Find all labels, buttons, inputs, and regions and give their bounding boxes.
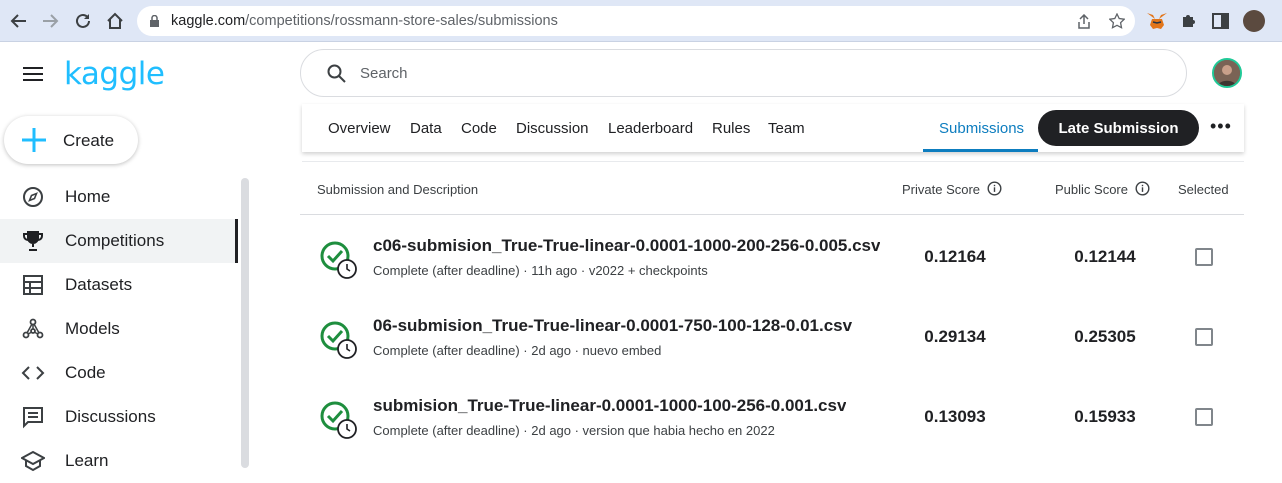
back-icon[interactable]: [6, 8, 32, 34]
submission-meta: Complete (after deadline) · 11h ago · v2…: [373, 263, 708, 278]
avatar[interactable]: [1212, 58, 1242, 88]
forward-icon[interactable]: [37, 8, 63, 34]
header-private-score[interactable]: Private Score: [902, 182, 980, 197]
sidebar-item-datasets[interactable]: Datasets: [0, 263, 238, 307]
tab-overview[interactable]: Overview: [328, 120, 391, 137]
browser-profile-avatar[interactable]: [1243, 10, 1265, 32]
tab-team[interactable]: Team: [768, 120, 805, 137]
private-score: 0.29134: [924, 327, 986, 346]
school-icon: [21, 450, 45, 472]
submission-name[interactable]: c06-submision_True-True-linear-0.0001-10…: [373, 236, 880, 256]
submission-meta: Complete (after deadline) · 2d ago · ver…: [373, 423, 775, 438]
sidebar-item-discussions[interactable]: Discussions: [0, 395, 238, 439]
tab-rules[interactable]: Rules: [712, 120, 750, 137]
competition-tabs: Overview Data Code Discussion Leaderboar…: [302, 104, 1244, 152]
tab-leaderboard[interactable]: Leaderboard: [608, 120, 693, 137]
submission-meta: Complete (after deadline) · 2d ago · nue…: [373, 343, 662, 358]
submission-name[interactable]: submision_True-True-linear-0.0001-1000-1…: [373, 396, 846, 416]
public-score: 0.25305: [1074, 327, 1136, 346]
selected-checkbox[interactable]: [1195, 328, 1213, 346]
table-row[interactable]: submision_True-True-linear-0.0001-1000-1…: [300, 375, 1244, 455]
user-photo: [1214, 60, 1240, 86]
active-tab-indicator: [923, 149, 1038, 152]
search-icon: [327, 64, 346, 83]
tab-data[interactable]: Data: [410, 120, 442, 137]
private-score: 0.13093: [924, 407, 986, 426]
search-box[interactable]: Search: [300, 49, 1187, 97]
header-description: Submission and Description: [317, 182, 479, 197]
more-options-icon[interactable]: •••: [1210, 116, 1232, 137]
private-score: 0.12164: [924, 247, 986, 266]
url-path: /competitions/rossmann-store-sales/submi…: [245, 13, 558, 29]
sidebar-item-label: Models: [65, 319, 120, 338]
selected-checkbox[interactable]: [1195, 248, 1213, 266]
tab-submissions[interactable]: Submissions: [939, 120, 1024, 137]
complete-check-clock-icon: [320, 401, 357, 439]
address-bar[interactable]: kaggle.com/competitions/rossmann-store-s…: [137, 6, 1135, 36]
plus-icon: [22, 128, 46, 152]
sidebar-item-competitions[interactable]: Competitions: [0, 219, 238, 263]
selected-checkbox[interactable]: [1195, 408, 1213, 426]
tab-code[interactable]: Code: [461, 120, 497, 137]
models-icon: [22, 318, 44, 339]
sidebar-item-label: Competitions: [65, 231, 165, 250]
sidebar-item-label: Home: [65, 187, 111, 206]
submission-name[interactable]: 06-submision_True-True-linear-0.0001-750…: [373, 316, 852, 336]
divider: [302, 161, 1244, 162]
table-icon: [23, 275, 43, 295]
sidebar-scrollbar[interactable]: [241, 178, 249, 468]
url-host: kaggle.com: [171, 13, 246, 29]
complete-check-clock-icon: [320, 321, 357, 359]
code-icon: [21, 366, 45, 380]
public-score: 0.15933: [1074, 407, 1136, 426]
metamask-extension-icon[interactable]: [1146, 12, 1168, 31]
sidebar-item-models[interactable]: Models: [0, 307, 238, 351]
comments-icon: [23, 407, 43, 429]
side-panel-icon[interactable]: [1212, 13, 1229, 29]
late-submission-button[interactable]: Late Submission: [1038, 110, 1199, 146]
lock-icon: [150, 15, 159, 27]
kaggle-logo[interactable]: kaggle: [64, 56, 165, 92]
sidebar-item-learn[interactable]: Learn: [0, 439, 238, 483]
menu-icon[interactable]: [23, 67, 43, 81]
browser-toolbar: kaggle.com/competitions/rossmann-store-s…: [0, 0, 1282, 42]
tab-discussion[interactable]: Discussion: [516, 120, 589, 137]
create-button[interactable]: Create: [4, 116, 138, 164]
header-selected: Selected: [1178, 182, 1229, 197]
sidebar-item-label: Discussions: [65, 407, 156, 426]
public-score: 0.12144: [1074, 247, 1136, 266]
compass-icon: [23, 187, 43, 207]
create-label: Create: [63, 131, 115, 150]
bookmark-star-icon[interactable]: [1109, 13, 1125, 29]
table-row[interactable]: c06-submision_True-True-linear-0.0001-10…: [300, 215, 1244, 295]
url-text: kaggle.com/competitions/rossmann-store-s…: [171, 13, 558, 29]
home-icon[interactable]: [102, 8, 128, 34]
search-input[interactable]: Search: [360, 65, 408, 82]
extensions-puzzle-icon[interactable]: [1180, 12, 1198, 30]
complete-check-clock-icon: [320, 241, 357, 279]
sidebar: kaggle Create Home Competitions Datasets…: [0, 42, 254, 472]
sidebar-item-home[interactable]: Home: [0, 175, 238, 219]
share-icon[interactable]: [1077, 14, 1091, 29]
info-icon[interactable]: [987, 181, 1002, 196]
reload-icon[interactable]: [70, 8, 96, 34]
sidebar-item-label: Learn: [65, 451, 109, 470]
table-row[interactable]: 06-submision_True-True-linear-0.0001-750…: [300, 295, 1244, 375]
info-icon[interactable]: [1135, 181, 1150, 196]
sidebar-item-label: Code: [65, 363, 106, 382]
sidebar-item-code[interactable]: Code: [0, 351, 238, 395]
sidebar-item-label: Datasets: [65, 275, 133, 294]
trophy-icon: [23, 231, 43, 251]
header-public-score[interactable]: Public Score: [1055, 182, 1128, 197]
